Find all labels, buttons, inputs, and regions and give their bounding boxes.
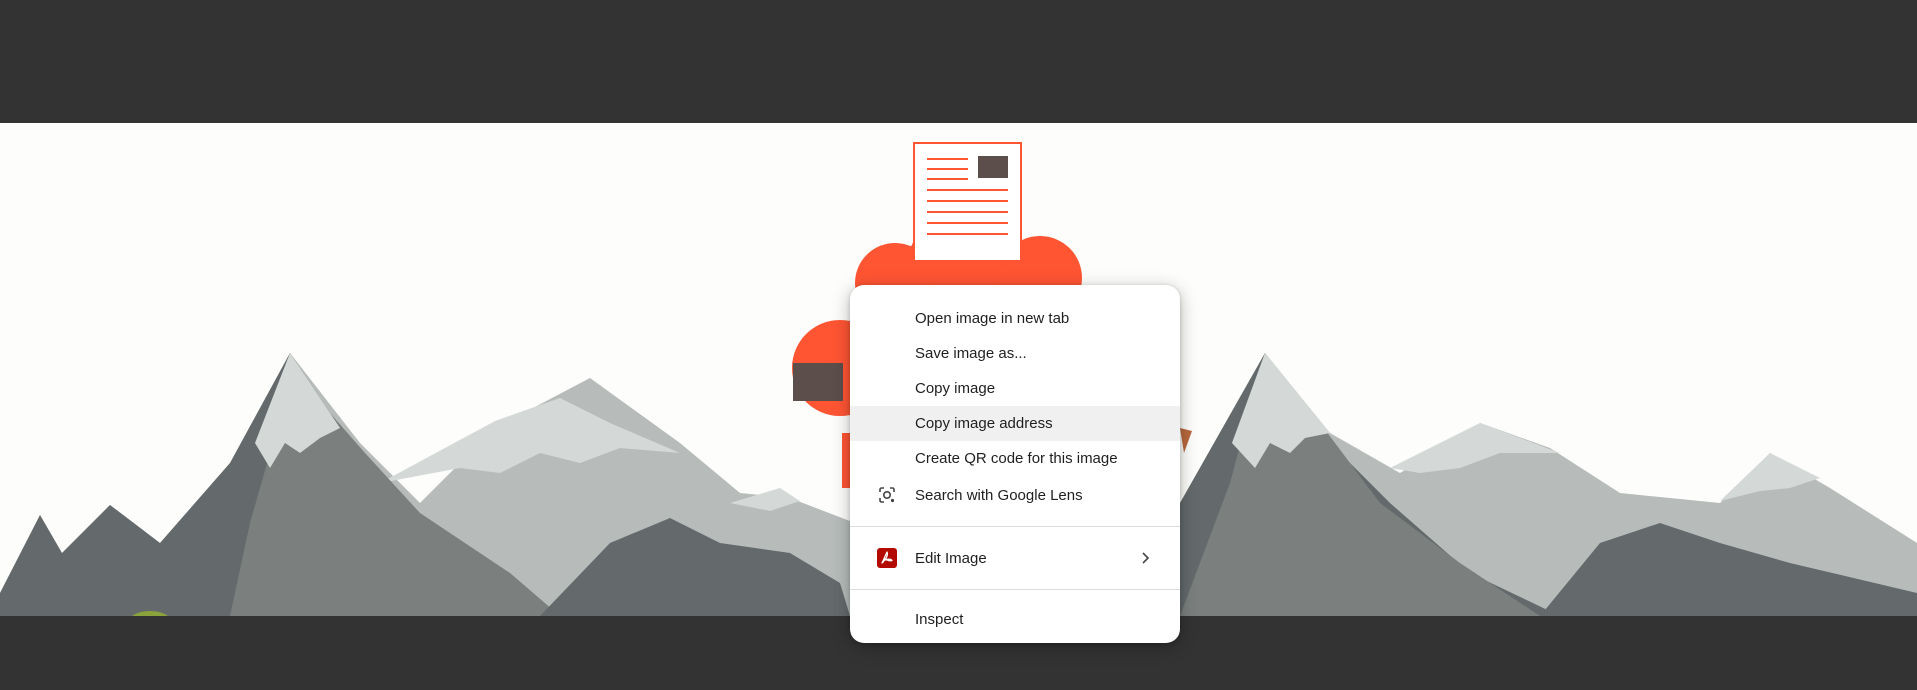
menu-item-label: Create QR code for this image [915, 450, 1118, 467]
right-mountains [1100, 353, 1917, 616]
acrobat-pdf-icon [877, 548, 897, 568]
browser-viewport: Open image in new tab Save image as... C… [0, 0, 1917, 690]
menu-separator [850, 526, 1180, 527]
image-viewer-top-backdrop [0, 0, 1917, 123]
left-mountains [0, 353, 870, 616]
image-context-menu: Open image in new tab Save image as... C… [850, 285, 1180, 643]
menu-item-inspect[interactable]: Inspect [850, 602, 1180, 637]
menu-separator [850, 589, 1180, 590]
menu-item-label: Save image as... [915, 345, 1027, 362]
menu-item-label: Inspect [915, 611, 964, 628]
google-lens-icon [877, 485, 897, 505]
menu-item-label: Copy image address [915, 415, 1053, 432]
menu-item-copy-image[interactable]: Copy image [850, 371, 1180, 406]
menu-item-open-image-new-tab[interactable]: Open image in new tab [850, 301, 1180, 336]
chevron-right-icon [1142, 552, 1150, 564]
menu-item-edit-image[interactable]: Edit Image [850, 539, 1180, 577]
menu-item-label: Edit Image [915, 549, 987, 567]
menu-item-label: Open image in new tab [915, 310, 1070, 327]
menu-item-label: Copy image [915, 380, 996, 397]
menu-item-copy-image-address[interactable]: Copy image address [850, 406, 1180, 441]
menu-item-save-image-as[interactable]: Save image as... [850, 336, 1180, 371]
menu-item-label: Search with Google Lens [915, 486, 1083, 504]
menu-item-create-qr-code[interactable]: Create QR code for this image [850, 441, 1180, 476]
menu-item-search-google-lens[interactable]: Search with Google Lens [850, 476, 1180, 514]
